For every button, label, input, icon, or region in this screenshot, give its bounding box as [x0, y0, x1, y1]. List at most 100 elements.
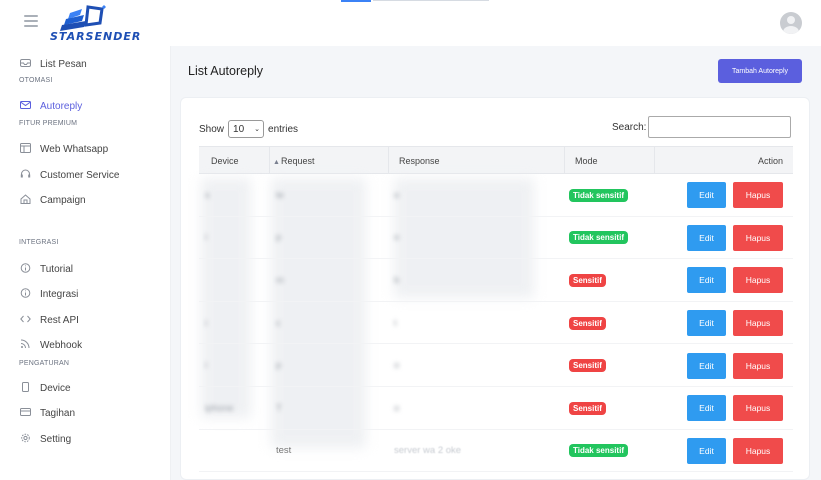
cell-action: Edit Hapus: [687, 174, 793, 217]
mode-badge: Tidak sensitif: [569, 188, 628, 202]
code-icon: [19, 314, 31, 326]
cell-request: p: [276, 232, 282, 244]
edit-button[interactable]: Edit: [687, 267, 726, 294]
column-divider: [269, 147, 270, 173]
edit-button[interactable]: Edit: [687, 182, 726, 209]
delete-button[interactable]: Hapus: [733, 182, 783, 209]
edit-button[interactable]: Edit: [687, 224, 726, 251]
mode-badge: Sensitif: [569, 401, 606, 415]
sidebar-item-label: Integrasi: [40, 288, 79, 300]
entries-length-control: Show 10 ⌄ entries: [199, 120, 298, 138]
menu-toggle-icon[interactable]: [24, 15, 38, 27]
credit-card-icon: [19, 407, 31, 419]
edit-button[interactable]: Edit: [687, 437, 726, 464]
sidebar-item-webhook[interactable]: Webhook: [19, 337, 82, 353]
cell-action: Edit Hapus: [687, 259, 793, 302]
sidebar-item-label: Rest API: [40, 314, 79, 326]
cell-device: s: [205, 189, 210, 201]
sidebar-item-label: Campaign: [40, 194, 86, 206]
edit-button[interactable]: Edit: [687, 310, 726, 337]
cell-response: b: [394, 274, 400, 286]
table-row: i c t Sensitif Edit Hapus: [199, 302, 793, 345]
sort-asc-icon: ▲: [273, 159, 280, 166]
sidebar-item-label: Tutorial: [40, 263, 73, 275]
cell-action: Edit Hapus: [687, 217, 793, 260]
envelope-icon: [19, 100, 31, 112]
search-control: Search:: [612, 116, 792, 138]
page-title: List Autoreply: [188, 64, 264, 78]
delete-button[interactable]: Hapus: [733, 267, 783, 294]
column-header-request[interactable]: Request: [281, 147, 315, 175]
sidebar-item-tutorial[interactable]: Tutorial: [19, 261, 73, 277]
mode-badge: Tidak sensitif: [569, 444, 628, 458]
cell-mode: Sensitif: [569, 387, 654, 430]
column-header-response[interactable]: Response: [399, 147, 440, 175]
inbox-icon: [19, 58, 31, 70]
cell-device: [205, 430, 265, 473]
cell-action: Edit Hapus: [687, 344, 793, 387]
cell-request: test: [276, 445, 292, 457]
sidebar-item-device[interactable]: Device: [19, 380, 71, 396]
sidebar-item-web-whatsapp[interactable]: Web Whatsapp: [19, 141, 108, 157]
sidebar-item-rest-api[interactable]: Rest API: [19, 312, 79, 328]
cell-action: Edit Hapus: [687, 302, 793, 345]
cell-mode: Tidak sensitif: [569, 217, 654, 260]
entries-label: entries: [268, 123, 299, 135]
autoreply-table: Device ▲ Request Response Mode Action s …: [199, 146, 793, 473]
cell-request: T: [276, 402, 282, 414]
cell-response: o: [394, 232, 400, 244]
cell-action: Edit Hapus: [687, 430, 793, 473]
column-header-device[interactable]: Device ▲: [211, 147, 281, 175]
sidebar-item-label: Customer Service: [40, 169, 120, 181]
info-circle-icon: [19, 263, 31, 275]
sidebar-item-autoreply[interactable]: Autoreply: [19, 98, 82, 114]
top-header: STARSENDER: [0, 0, 821, 46]
cell-response: o: [394, 189, 400, 201]
rss-icon: [19, 339, 31, 351]
delete-button[interactable]: Hapus: [733, 310, 783, 337]
info-circle-icon: [19, 288, 31, 300]
add-autoreply-button[interactable]: Tambah Autoreply: [718, 59, 802, 83]
cell-response: o: [394, 360, 400, 372]
search-input[interactable]: [648, 116, 792, 138]
sidebar-item-tagihan[interactable]: Tagihan: [19, 405, 75, 421]
cell-response: t: [394, 317, 397, 329]
logo-text: STARSENDER: [50, 30, 142, 43]
sidebar-item-integrasi[interactable]: Integrasi: [19, 286, 78, 302]
user-avatar[interactable]: [780, 12, 802, 34]
sidebar-item-list-pesan[interactable]: List Pesan: [19, 56, 87, 72]
edit-button[interactable]: Edit: [687, 395, 726, 422]
delete-button[interactable]: Hapus: [733, 395, 783, 422]
column-divider: [388, 147, 389, 173]
column-divider: [564, 147, 565, 173]
cell-device: i: [205, 232, 208, 244]
top-tab-divider: [373, 0, 489, 1]
delete-button[interactable]: Hapus: [733, 224, 783, 251]
mode-badge: Tidak sensitif: [569, 231, 628, 245]
cell-mode: Sensitif: [569, 259, 654, 302]
delete-button[interactable]: Hapus: [733, 437, 783, 464]
entries-value: 10: [233, 123, 245, 135]
browser-icon: [19, 143, 31, 155]
cell-request: c: [276, 317, 281, 329]
edit-button[interactable]: Edit: [687, 352, 726, 379]
entries-select[interactable]: 10 ⌄: [228, 120, 265, 138]
sidebar-item-customer-service[interactable]: Customer Service: [19, 167, 119, 183]
cell-request: m: [276, 274, 284, 286]
top-tab-indicator: [341, 0, 371, 2]
table-header: Device ▲ Request Response Mode Action: [199, 146, 793, 174]
column-divider: [654, 147, 655, 173]
delete-button[interactable]: Hapus: [733, 352, 783, 379]
autoreply-card: Show 10 ⌄ entries Search: Device ▲ Reque…: [180, 97, 810, 480]
home-icon: [19, 194, 31, 206]
column-header-label: Device: [211, 156, 239, 166]
cell-mode: Tidak sensitif: [569, 430, 654, 473]
cell-request: p: [276, 360, 282, 372]
cell-mode: Sensitif: [569, 344, 654, 387]
sidebar-item-campaign[interactable]: Campaign: [19, 192, 86, 208]
sidebar-item-setting[interactable]: Setting: [19, 431, 71, 447]
column-header-mode[interactable]: Mode: [575, 147, 598, 175]
sidebar-item-label: Setting: [40, 433, 72, 445]
phone-icon: [19, 382, 31, 394]
show-label: Show: [199, 123, 225, 135]
